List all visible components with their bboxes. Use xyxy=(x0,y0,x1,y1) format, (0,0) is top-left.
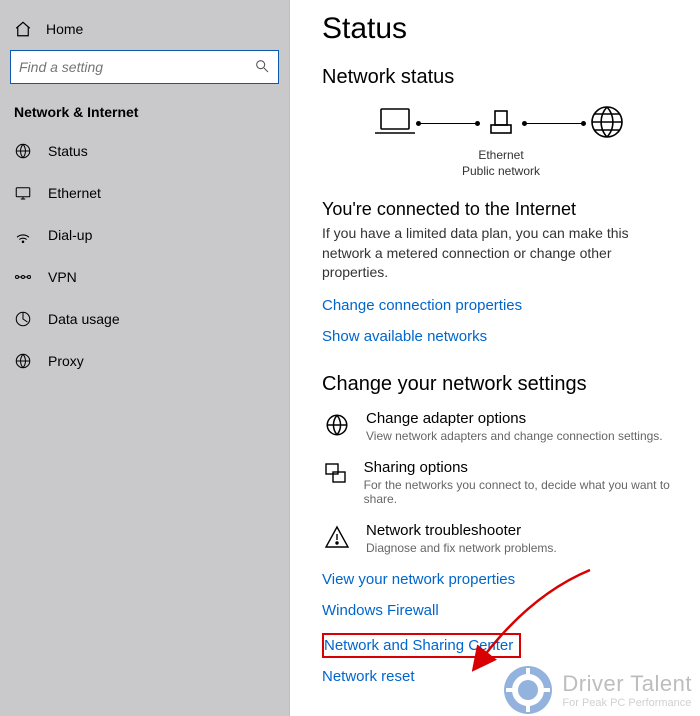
router-icon xyxy=(477,105,525,142)
globe-icon xyxy=(583,103,631,144)
sharing-icon xyxy=(322,461,350,491)
sidebar: Home Network & Internet Status Ethernet xyxy=(0,0,290,716)
status-icon xyxy=(14,142,32,160)
main-content: Status Network status Ethernet Public ne… xyxy=(290,0,700,716)
sidebar-item-status[interactable]: Status xyxy=(0,130,289,172)
dialup-icon xyxy=(14,226,32,244)
sidebar-item-label: VPN xyxy=(48,269,77,285)
connected-heading: You're connected to the Internet xyxy=(322,199,680,220)
change-settings-heading: Change your network settings xyxy=(322,373,680,396)
link-change-connection-properties[interactable]: Change connection properties xyxy=(322,297,522,314)
option-desc: View network adapters and change connect… xyxy=(366,429,663,443)
search-icon xyxy=(254,58,270,77)
sidebar-item-label: Status xyxy=(48,143,88,159)
network-status-heading: Network status xyxy=(322,66,680,89)
vpn-icon xyxy=(14,268,32,286)
option-title: Network troubleshooter xyxy=(366,522,557,539)
option-title: Change adapter options xyxy=(366,410,663,427)
sidebar-item-label: Data usage xyxy=(48,311,120,327)
sidebar-item-label: Ethernet xyxy=(48,185,101,201)
network-diagram xyxy=(322,103,680,144)
search-field[interactable] xyxy=(19,59,254,75)
link-network-reset[interactable]: Network reset xyxy=(322,668,680,685)
option-sharing[interactable]: Sharing options For the networks you con… xyxy=(322,459,680,506)
sidebar-item-vpn[interactable]: VPN xyxy=(0,256,289,298)
warning-icon xyxy=(322,524,352,554)
sidebar-item-label: Proxy xyxy=(48,353,84,369)
sidebar-item-dialup[interactable]: Dial-up xyxy=(0,214,289,256)
home-button[interactable]: Home xyxy=(0,12,289,50)
datausage-icon xyxy=(14,310,32,328)
sidebar-item-datausage[interactable]: Data usage xyxy=(0,298,289,340)
sidebar-item-label: Dial-up xyxy=(48,227,92,243)
link-show-available-networks[interactable]: Show available networks xyxy=(322,328,487,345)
option-title: Sharing options xyxy=(364,459,680,476)
sidebar-item-ethernet[interactable]: Ethernet xyxy=(0,172,289,214)
search-input[interactable] xyxy=(10,50,279,84)
adapter-icon xyxy=(322,412,352,442)
link-view-network-properties[interactable]: View your network properties xyxy=(322,571,680,588)
laptop-icon xyxy=(371,105,419,142)
option-desc: Diagnose and fix network problems. xyxy=(366,541,557,555)
proxy-icon xyxy=(14,352,32,370)
link-windows-firewall[interactable]: Windows Firewall xyxy=(322,602,680,619)
highlight-network-sharing-center: Network and Sharing Center xyxy=(322,633,521,658)
page-title: Status xyxy=(322,12,680,46)
diagram-caption: Ethernet Public network xyxy=(322,148,680,179)
sidebar-item-proxy[interactable]: Proxy xyxy=(0,340,289,382)
home-icon xyxy=(14,20,32,38)
home-label: Home xyxy=(46,21,83,37)
link-network-sharing-center[interactable]: Network and Sharing Center xyxy=(324,637,513,654)
option-desc: For the networks you connect to, decide … xyxy=(364,478,680,506)
connected-desc: If you have a limited data plan, you can… xyxy=(322,224,680,283)
option-change-adapter[interactable]: Change adapter options View network adap… xyxy=(322,410,680,443)
ethernet-icon xyxy=(14,184,32,202)
option-troubleshooter[interactable]: Network troubleshooter Diagnose and fix … xyxy=(322,522,680,555)
section-title: Network & Internet xyxy=(0,98,289,130)
